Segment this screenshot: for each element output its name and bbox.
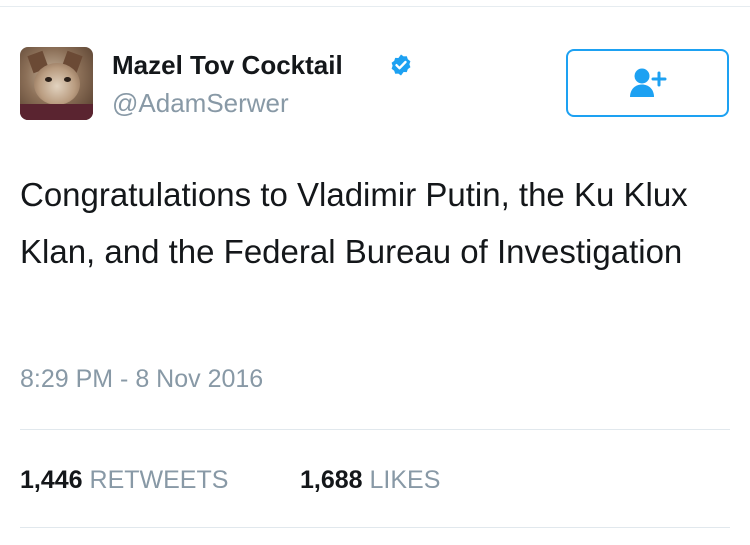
- verified-badge-icon: [391, 54, 411, 76]
- avatar-face: [34, 63, 80, 105]
- likes-label: LIKES: [369, 466, 441, 494]
- stats-bottom-divider: [20, 527, 730, 528]
- tweet-text: Congratulations to Vladimir Putin, the K…: [20, 176, 688, 270]
- user-handle[interactable]: @AdamSerwer: [112, 88, 289, 118]
- stats-top-divider: [20, 429, 730, 430]
- likes-stat[interactable]: 1,688 LIKES: [300, 462, 440, 498]
- display-name[interactable]: Mazel Tov Cocktail: [112, 50, 343, 80]
- retweets-count: 1,446: [20, 466, 83, 494]
- avatar-shirt: [20, 104, 93, 120]
- top-divider: [0, 6, 750, 7]
- follow-button[interactable]: [566, 49, 729, 117]
- likes-count: 1,688: [300, 466, 363, 494]
- avatar-eye-left: [45, 77, 52, 82]
- avatar[interactable]: [20, 47, 93, 120]
- tweet-timestamp[interactable]: 8:29 PM - 8 Nov 2016: [20, 362, 263, 396]
- avatar-eye-right: [64, 77, 71, 82]
- follow-person-plus-icon: [629, 68, 666, 97]
- retweets-stat[interactable]: 1,446 RETWEETS: [20, 462, 228, 498]
- retweets-label: RETWEETS: [89, 466, 229, 494]
